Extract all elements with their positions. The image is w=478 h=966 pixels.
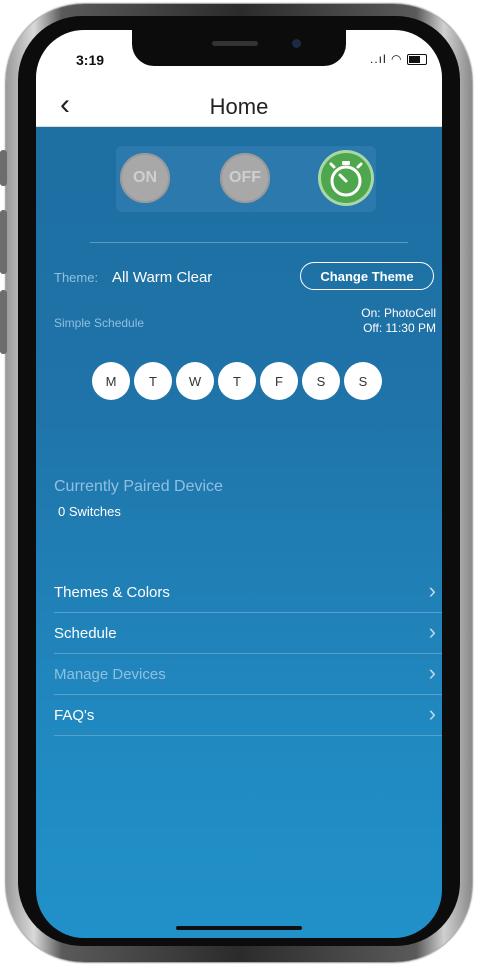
timer-button[interactable] — [321, 153, 371, 203]
menu-item-label: Manage Devices — [54, 665, 166, 683]
on-time: On: PhotoCell — [361, 306, 436, 320]
volume-up-button — [0, 210, 7, 274]
menu-item-label: Schedule — [54, 624, 117, 642]
menu-item-label: Themes & Colors — [54, 583, 170, 601]
chevron-right-icon: › — [428, 619, 436, 644]
on-button[interactable]: ON — [120, 153, 170, 203]
status-icons: ..ıl ◠ — [370, 52, 427, 66]
volume-down-button — [0, 290, 7, 354]
schedule-label: Simple Schedule — [54, 316, 145, 330]
off-button[interactable]: OFF — [220, 153, 270, 203]
wifi-icon: ◠ — [391, 52, 403, 66]
chevron-right-icon: › — [428, 578, 436, 603]
signal-icon: ..ıl — [370, 52, 387, 66]
divider — [90, 242, 408, 243]
app-screen: 3:19 ..ıl ◠ ‹ Home ON OFF Theme: All War… — [36, 30, 442, 938]
day-tuesday[interactable]: T — [134, 362, 172, 400]
theme-label: Theme: — [54, 270, 99, 285]
nav-bar: ‹ Home — [36, 86, 442, 127]
paired-device-count: 0 Switches — [58, 504, 121, 519]
day-saturday[interactable]: S — [302, 362, 340, 400]
day-sunday[interactable]: S — [344, 362, 382, 400]
page-title: Home — [209, 94, 269, 119]
home-indicator[interactable] — [176, 926, 302, 930]
speaker — [212, 41, 258, 46]
status-time: 3:19 — [76, 52, 105, 68]
battery-icon — [406, 54, 427, 66]
menu-item-themes-colors[interactable]: Themes & Colors › — [54, 572, 442, 613]
chevron-right-icon: › — [428, 660, 436, 685]
menu-item-faqs[interactable]: FAQ's › — [54, 695, 442, 736]
mute-switch — [0, 150, 7, 186]
camera — [292, 39, 301, 48]
stopwatch-icon — [329, 161, 363, 197]
settings-menu: Themes & Colors › Schedule › Manage Devi… — [54, 572, 442, 736]
day-selector: M T W T F S S — [92, 362, 382, 400]
paired-device-title: Currently Paired Device — [54, 478, 223, 495]
change-theme-button[interactable]: Change Theme — [300, 262, 434, 290]
theme-value: All Warm Clear — [112, 269, 213, 286]
day-friday[interactable]: F — [260, 362, 298, 400]
off-time: Off: 11:30 PM — [363, 321, 436, 335]
day-monday[interactable]: M — [92, 362, 130, 400]
schedule-times: On: PhotoCell Off: 11:30 PM — [361, 306, 436, 336]
menu-item-manage-devices[interactable]: Manage Devices › — [54, 654, 442, 695]
day-wednesday[interactable]: W — [176, 362, 214, 400]
menu-item-schedule[interactable]: Schedule › — [54, 613, 442, 654]
menu-item-label: FAQ's — [54, 706, 95, 724]
notch — [132, 30, 346, 66]
chevron-right-icon: › — [428, 701, 436, 726]
day-thursday[interactable]: T — [218, 362, 256, 400]
